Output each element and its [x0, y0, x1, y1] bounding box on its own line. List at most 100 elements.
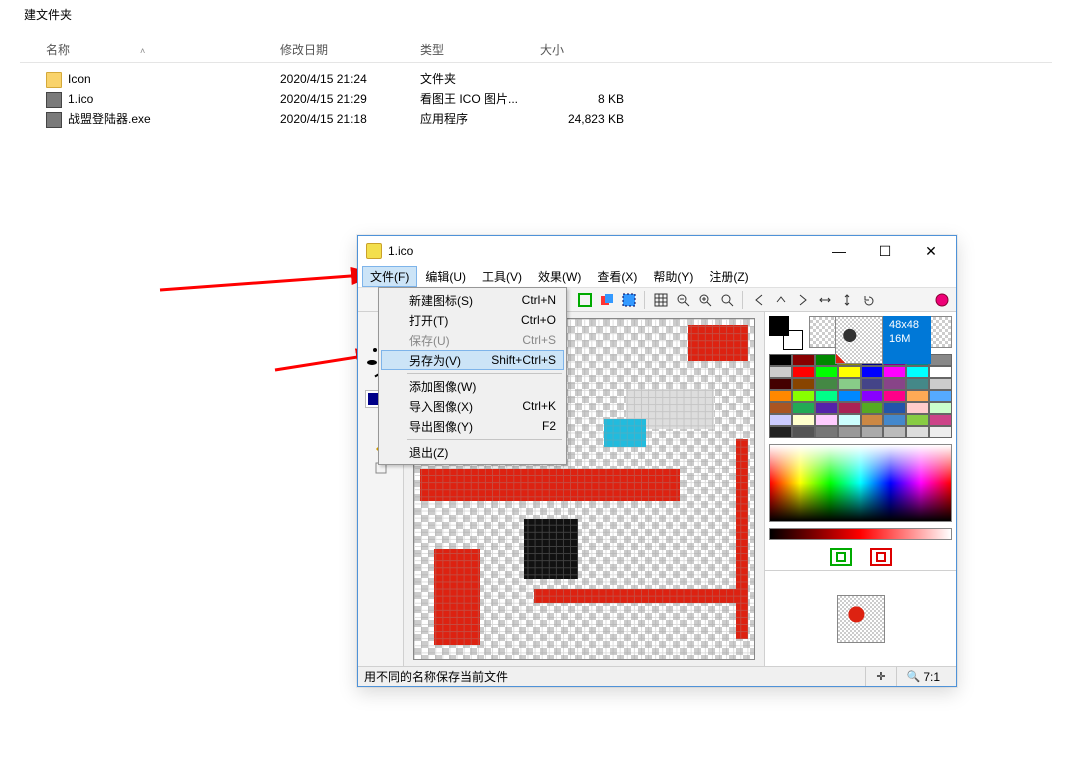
menu-export-image[interactable]: 导出图像(Y)F2	[381, 416, 564, 436]
palette-cell[interactable]	[929, 378, 952, 390]
palette-cell[interactable]	[861, 402, 884, 414]
file-row[interactable]: 战盟登陆器.exe 2020/4/15 21:18 应用程序 24,823 KB	[20, 109, 1052, 129]
col-date-header[interactable]: 修改日期	[280, 41, 420, 58]
palette-cell[interactable]	[929, 390, 952, 402]
brush-ellipse-small-icon[interactable]	[367, 360, 377, 365]
palette-grid[interactable]	[765, 354, 956, 438]
palette-cell[interactable]	[906, 402, 929, 414]
tb-grid-icon[interactable]	[651, 290, 671, 310]
palette-cell[interactable]	[883, 390, 906, 402]
close-button[interactable]: ✕	[908, 236, 954, 266]
menu-add-image[interactable]: 添加图像(W)	[381, 376, 564, 396]
tb-rotate-icon[interactable]	[859, 290, 879, 310]
palette-cell[interactable]	[861, 366, 884, 378]
menu-file[interactable]: 文件(F)	[362, 266, 417, 287]
image-size-item[interactable]: 48x48 16M	[835, 316, 931, 364]
tb-copy-icon[interactable]	[597, 290, 617, 310]
menu-open[interactable]: 打开(T)Ctrl+O	[381, 310, 564, 330]
palette-cell[interactable]	[815, 414, 838, 426]
hue-picker[interactable]	[769, 444, 952, 522]
palette-cell[interactable]	[883, 366, 906, 378]
tb-zoom-in-icon[interactable]	[695, 290, 715, 310]
palette-cell[interactable]	[906, 426, 929, 438]
palette-cell[interactable]	[838, 366, 861, 378]
col-size-header[interactable]: 大小	[540, 41, 630, 58]
palette-cell[interactable]	[883, 402, 906, 414]
menu-effects[interactable]: 效果(W)	[530, 266, 589, 287]
palette-cell[interactable]	[769, 414, 792, 426]
file-row[interactable]: 1.ico 2020/4/15 21:29 看图王 ICO 图片... 8 KB	[20, 89, 1052, 109]
menu-save-as[interactable]: 另存为(V)Shift+Ctrl+S	[381, 350, 564, 370]
shade-strip[interactable]	[769, 528, 952, 540]
palette-cell[interactable]	[815, 402, 838, 414]
palette-cell[interactable]	[929, 366, 952, 378]
palette-cell[interactable]	[815, 378, 838, 390]
palette-cell[interactable]	[906, 366, 929, 378]
menu-new-icon[interactable]: 新建图标(S)Ctrl+N	[381, 290, 564, 310]
window-titlebar[interactable]: 1.ico — ☐ ✕	[358, 236, 956, 266]
palette-cell[interactable]	[769, 402, 792, 414]
tb-select-blue-icon[interactable]	[619, 290, 639, 310]
col-name-header[interactable]: 名称˄	[20, 41, 280, 58]
palette-cell[interactable]	[929, 414, 952, 426]
palette-cell[interactable]	[815, 366, 838, 378]
palette-cell[interactable]	[929, 426, 952, 438]
fg-bg-swatch[interactable]	[769, 316, 803, 350]
palette-cell[interactable]	[861, 390, 884, 402]
menu-tools[interactable]: 工具(V)	[474, 266, 530, 287]
palette-cell[interactable]	[792, 414, 815, 426]
menu-import-image[interactable]: 导入图像(X)Ctrl+K	[381, 396, 564, 416]
palette-cell[interactable]	[929, 402, 952, 414]
fg-indicator-icon[interactable]	[830, 548, 852, 566]
tb-flip-v-icon[interactable]	[837, 290, 857, 310]
file-row[interactable]: Icon 2020/4/15 21:24 文件夹	[20, 69, 1052, 89]
menu-register[interactable]: 注册(Z)	[701, 266, 756, 287]
tb-flip-h-icon[interactable]	[815, 290, 835, 310]
bg-indicator-icon[interactable]	[870, 548, 892, 566]
tb-help-icon[interactable]	[932, 290, 952, 310]
palette-cell[interactable]	[929, 354, 952, 366]
palette-cell[interactable]	[792, 354, 815, 366]
palette-cell[interactable]	[861, 426, 884, 438]
minimize-button[interactable]: —	[816, 236, 862, 266]
palette-cell[interactable]	[769, 366, 792, 378]
palette-cell[interactable]	[792, 378, 815, 390]
tb-nav-right-icon[interactable]	[793, 290, 813, 310]
palette-cell[interactable]	[769, 378, 792, 390]
palette-cell[interactable]	[792, 390, 815, 402]
maximize-button[interactable]: ☐	[862, 236, 908, 266]
tb-zoom-out-icon[interactable]	[673, 290, 693, 310]
palette-cell[interactable]	[838, 426, 861, 438]
palette-cell[interactable]	[838, 414, 861, 426]
palette-cell[interactable]	[838, 390, 861, 402]
palette-cell[interactable]	[883, 426, 906, 438]
palette-cell[interactable]	[883, 414, 906, 426]
palette-cell[interactable]	[861, 414, 884, 426]
tb-zoom-fit-icon[interactable]	[717, 290, 737, 310]
tb-nav-first-icon[interactable]	[749, 290, 769, 310]
palette-cell[interactable]	[906, 390, 929, 402]
tb-select-green-icon[interactable]	[575, 290, 595, 310]
palette-cell[interactable]	[815, 390, 838, 402]
palette-cell[interactable]	[792, 366, 815, 378]
palette-cell[interactable]	[838, 402, 861, 414]
brush-small-icon[interactable]	[373, 348, 377, 352]
palette-cell[interactable]	[769, 390, 792, 402]
col-type-header[interactable]: 类型	[420, 41, 540, 58]
palette-cell[interactable]	[861, 378, 884, 390]
palette-cell[interactable]	[815, 426, 838, 438]
palette-cell[interactable]	[769, 354, 792, 366]
explorer-column-headers[interactable]: 名称˄ 修改日期 类型 大小	[20, 41, 1052, 63]
palette-cell[interactable]	[906, 414, 929, 426]
palette-cell[interactable]	[906, 378, 929, 390]
palette-cell[interactable]	[792, 426, 815, 438]
palette-cell[interactable]	[769, 426, 792, 438]
palette-cell[interactable]	[838, 378, 861, 390]
menu-exit[interactable]: 退出(Z)	[381, 442, 564, 462]
palette-cell[interactable]	[792, 402, 815, 414]
tb-nav-up-icon[interactable]	[771, 290, 791, 310]
palette-cell[interactable]	[883, 378, 906, 390]
menu-help[interactable]: 帮助(Y)	[645, 266, 701, 287]
menu-view[interactable]: 查看(X)	[589, 266, 645, 287]
menu-edit[interactable]: 编辑(U)	[417, 266, 474, 287]
